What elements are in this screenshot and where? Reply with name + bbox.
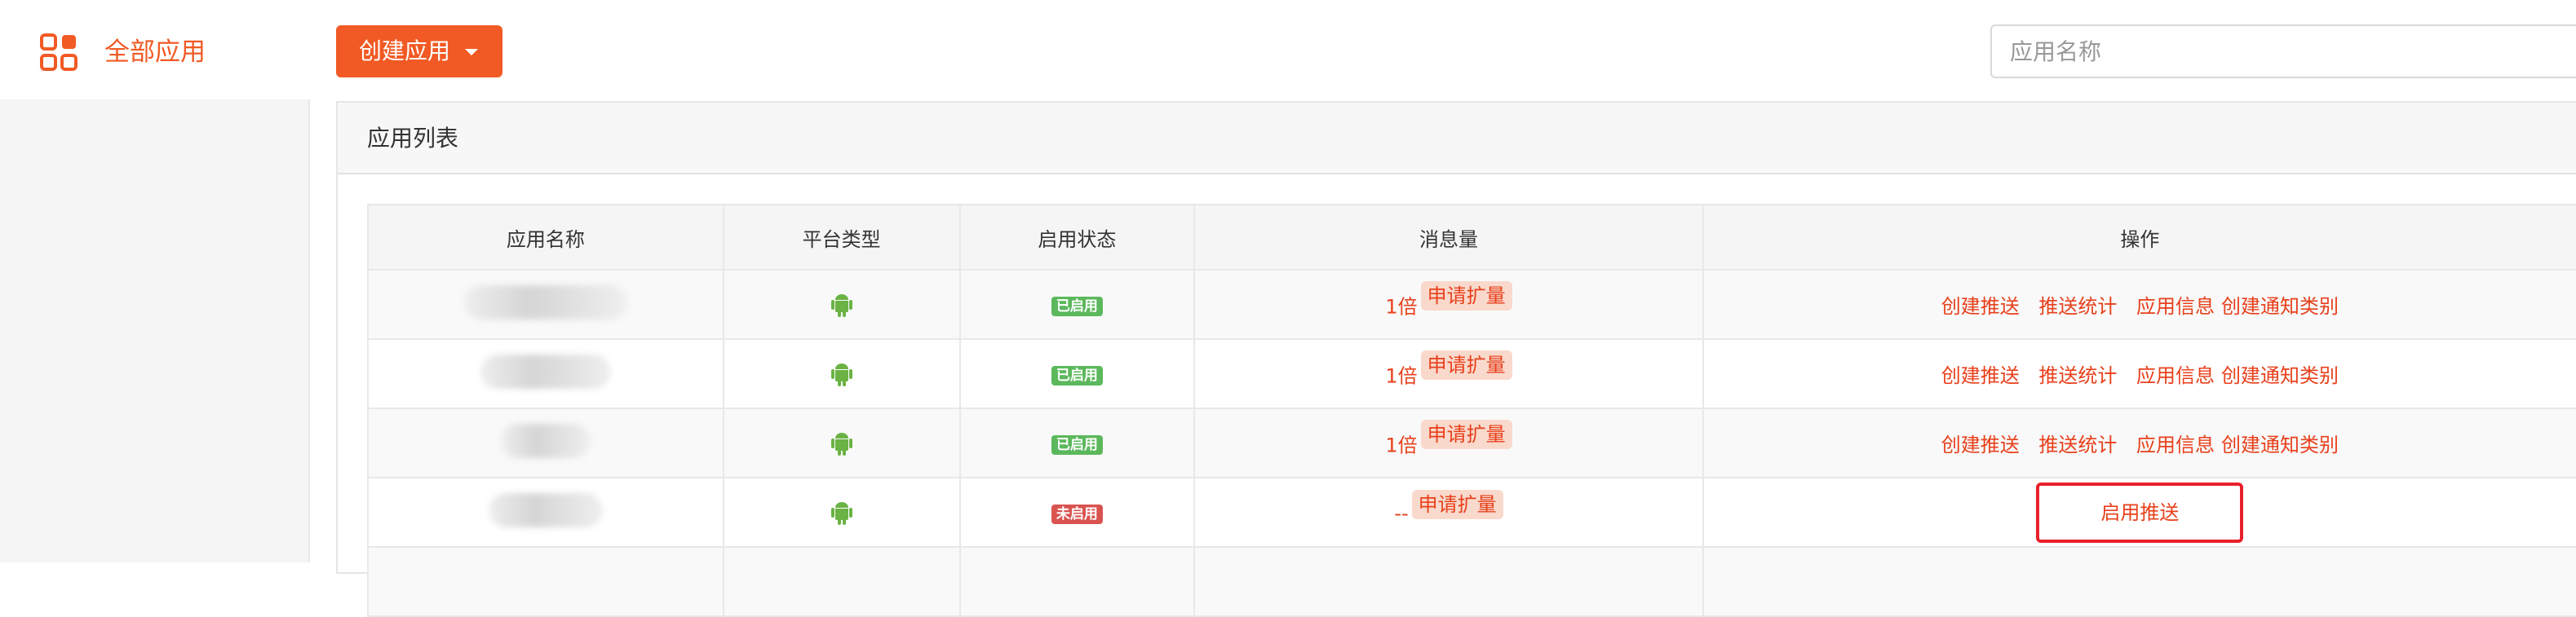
request-expansion-button[interactable]: 申请扩量	[1420, 420, 1512, 450]
app-name-redacted	[488, 492, 603, 527]
operations-cell: 创建推送 推送统计 应用信息 创建通知类别	[1702, 338, 2576, 409]
create-notification-category-link[interactable]: 创建通知类别	[2221, 295, 2339, 318]
message-count: 1倍	[1385, 364, 1418, 388]
operations-cell: 创建推送 推送统计 应用信息 创建通知类别	[1702, 408, 2576, 478]
app-info-link[interactable]: 应用信息	[2136, 364, 2215, 387]
status-badge: 未启用	[1051, 505, 1103, 524]
sidebar	[0, 99, 310, 562]
operations-cell: 创建推送 推送统计 应用信息 创建通知类别	[1702, 269, 2576, 340]
request-expansion-button[interactable]: 申请扩量	[1420, 281, 1512, 311]
create-app-button[interactable]: 创建应用	[336, 25, 502, 77]
table-row: 已启用 1倍 申请扩量 创建推送 推送统计 应用信息 创建通知类别	[367, 269, 2576, 340]
status-cell: 已启用	[958, 408, 1196, 478]
platform-cell	[722, 477, 961, 548]
status-cell: 已启用	[958, 338, 1196, 409]
android-icon	[830, 432, 852, 456]
message-volume-cell	[1193, 546, 1704, 617]
platform-cell	[722, 269, 961, 340]
all-apps-title[interactable]: 全部应用	[104, 33, 206, 72]
create-push-link[interactable]: 创建推送	[1941, 364, 2020, 387]
column-header-platform: 平台类型	[722, 204, 961, 271]
status-cell	[958, 546, 1196, 617]
operations-cell: 启用推送	[1702, 477, 2576, 548]
app-name-cell[interactable]	[367, 477, 724, 548]
status-badge: 已启用	[1051, 297, 1103, 316]
table-row: 未启用 -- 申请扩量 启用推送	[367, 477, 2576, 548]
app-name-cell	[367, 546, 724, 617]
status-cell: 未启用	[958, 477, 1196, 548]
push-stats-link[interactable]: 推送统计	[2038, 364, 2117, 387]
push-stats-link[interactable]: 推送统计	[2038, 295, 2117, 318]
request-expansion-button[interactable]: 申请扩量	[1411, 489, 1503, 519]
status-cell: 已启用	[958, 269, 1196, 340]
table-row	[367, 546, 2576, 617]
column-header-message-volume: 消息量	[1193, 204, 1704, 271]
create-app-label: 创建应用	[359, 37, 451, 64]
app-name-cell[interactable]	[367, 408, 724, 478]
status-badge: 已启用	[1051, 435, 1103, 455]
platform-cell	[722, 338, 961, 409]
platform-cell	[722, 546, 961, 617]
android-icon	[830, 363, 852, 386]
platform-cell	[722, 408, 961, 478]
panel-header: 应用列表	[338, 103, 2576, 174]
top-bar: 全部应用 创建应用	[0, 0, 2576, 99]
message-volume-cell: 1倍 申请扩量	[1193, 338, 1704, 409]
chevron-down-icon	[465, 49, 478, 55]
status-badge: 已启用	[1051, 366, 1103, 386]
create-push-link[interactable]: 创建推送	[1941, 295, 2020, 318]
message-count: --	[1394, 501, 1409, 525]
create-notification-category-link[interactable]: 创建通知类别	[2221, 434, 2339, 456]
create-push-link[interactable]: 创建推送	[1941, 434, 2020, 456]
column-header-status: 启用状态	[958, 204, 1196, 271]
android-icon	[830, 293, 852, 317]
app-info-link[interactable]: 应用信息	[2136, 295, 2215, 318]
app-name-redacted	[500, 423, 591, 458]
message-count: 1倍	[1385, 295, 1418, 319]
app-name-search-input[interactable]	[1990, 24, 2576, 78]
app-list-panel: 应用列表 应用名称 平台类型 启用状态 消息量 操作 已启用 1倍 申请扩量 创…	[336, 101, 2576, 617]
panel-title: 应用列表	[367, 125, 459, 152]
column-header-operations: 操作	[1702, 204, 2576, 271]
app-name-redacted	[463, 284, 627, 320]
request-expansion-button[interactable]: 申请扩量	[1420, 350, 1512, 381]
table-row: 已启用 1倍 申请扩量 创建推送 推送统计 应用信息 创建通知类别	[367, 408, 2576, 478]
android-icon	[830, 501, 852, 525]
table-header-row: 应用名称 平台类型 启用状态 消息量 操作	[367, 204, 2576, 271]
operations-cell	[1702, 546, 2576, 617]
app-table: 应用名称 平台类型 启用状态 消息量 操作 已启用 1倍 申请扩量 创建推送 推…	[367, 204, 2576, 617]
message-volume-cell: 1倍 申请扩量	[1193, 269, 1704, 340]
message-volume-cell: 1倍 申请扩量	[1193, 408, 1704, 478]
message-count: 1倍	[1385, 434, 1418, 457]
message-volume-cell: -- 申请扩量	[1193, 477, 1704, 548]
app-name-cell[interactable]	[367, 269, 724, 340]
push-stats-link[interactable]: 推送统计	[2038, 434, 2117, 456]
column-header-app-name: 应用名称	[367, 204, 724, 271]
table-row: 已启用 1倍 申请扩量 创建推送 推送统计 应用信息 创建通知类别	[367, 338, 2576, 409]
create-notification-category-link[interactable]: 创建通知类别	[2221, 364, 2339, 387]
grid-apps-icon	[40, 33, 77, 71]
app-info-link[interactable]: 应用信息	[2136, 434, 2215, 456]
app-name-redacted	[480, 354, 611, 389]
app-name-cell[interactable]	[367, 338, 724, 409]
enable-push-button[interactable]: 启用推送	[2036, 482, 2244, 543]
